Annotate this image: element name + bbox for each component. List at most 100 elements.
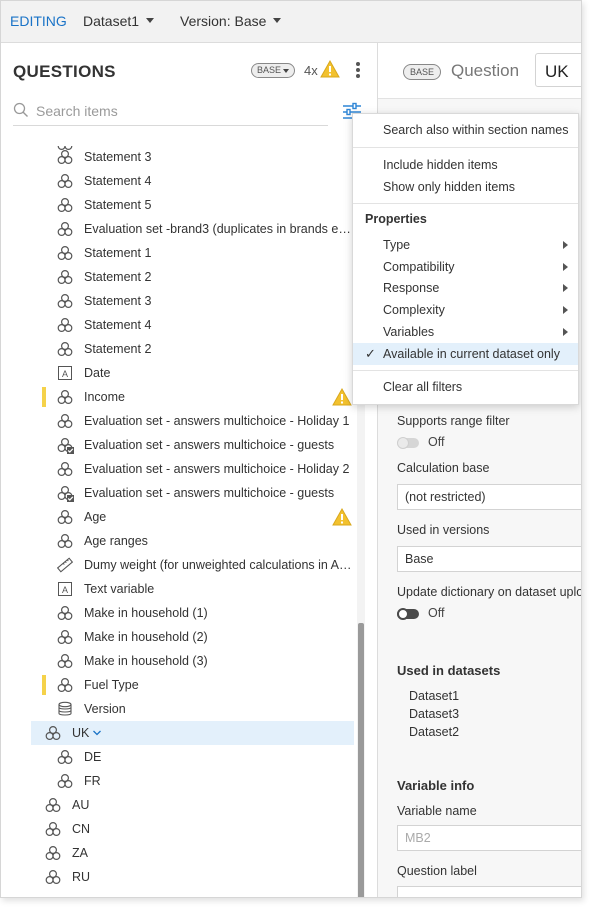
tree-item[interactable]: Fuel Type [1, 673, 354, 697]
dataset-menu[interactable]: Dataset1 [83, 13, 155, 29]
tree-item[interactable]: Statement 3 [1, 289, 354, 313]
used-in-versions-select[interactable]: Base [397, 546, 581, 572]
tree-item[interactable]: Statement 2 [1, 265, 354, 289]
highlight-flag [42, 387, 46, 407]
tree-item-label: Statement 5 [84, 198, 152, 212]
cluster-icon [57, 173, 73, 189]
question-name-field[interactable]: UK [535, 53, 581, 87]
tree-item-label: Make in household (3) [84, 654, 208, 668]
chevron-right-icon [563, 284, 568, 292]
menu-item-compatibility[interactable]: Compatibility [353, 256, 578, 278]
calc-base-label: Calculation base [397, 461, 490, 475]
question-label-field[interactable] [397, 886, 581, 897]
tree-item[interactable]: FR [1, 769, 354, 793]
variable-name-field[interactable]: MB2 [397, 825, 581, 851]
menu-item-label: Type [383, 238, 411, 252]
menu-item-complexity[interactable]: Complexity [353, 299, 578, 321]
base-badge: BASE [403, 64, 442, 80]
tree-item-label: Make in household (2) [84, 630, 208, 644]
cluster-icon [45, 821, 61, 837]
tree-item[interactable]: Statement 2 [1, 337, 354, 361]
ruler-icon [56, 557, 74, 573]
tree-item-label: Statement 2 [84, 342, 152, 356]
supports-range-toggle[interactable] [397, 437, 419, 449]
svg-text:A: A [62, 369, 68, 379]
update-dictionary-label: Update dictionary on dataset upload [397, 585, 582, 599]
update-dictionary-state: Off [428, 606, 445, 620]
tree-item[interactable]: Make in household (2) [1, 625, 354, 649]
menu-item-clear-filters[interactable]: Clear all filters [353, 376, 578, 398]
tree-item-label: Statement 2 [84, 270, 152, 284]
tree-item[interactable]: DE [1, 745, 354, 769]
base-badge-label: BASE [257, 65, 282, 75]
tree-item[interactable]: A Date [1, 361, 354, 385]
tree-item[interactable]: Evaluation set - answers multichoice - g… [1, 433, 354, 457]
tree-item[interactable]: Income [1, 385, 354, 409]
tree-item[interactable]: Evaluation set - answers multichoice - H… [1, 409, 354, 433]
tree-item-label: FR [84, 774, 101, 788]
tree-item[interactable]: Statement 3 [1, 145, 354, 169]
cluster-icon [57, 533, 73, 549]
tree-item[interactable]: AU [1, 793, 354, 817]
menu-item-label: Variables [383, 325, 435, 339]
tree-item-label: Evaluation set - answers multichoice - H… [84, 462, 350, 476]
cluster-icon [57, 509, 73, 525]
menu-item-include-hidden[interactable]: Include hidden items [353, 154, 578, 176]
update-dictionary-toggle[interactable] [397, 608, 419, 620]
cluster-icon [45, 869, 61, 885]
tree-item-label: Statement 1 [84, 246, 152, 260]
search-input[interactable] [36, 100, 316, 122]
more-options-icon[interactable] [353, 60, 363, 80]
cluster-icon [57, 389, 73, 405]
version-menu[interactable]: Version: Base [180, 13, 282, 29]
tree-scrollbar-thumb[interactable] [358, 623, 364, 897]
tree-item[interactable]: A Text variable [1, 577, 354, 601]
menu-item-type[interactable]: Type [353, 234, 578, 256]
menu-item-search-section-names[interactable]: Search also within section names [353, 119, 578, 141]
menu-item-response[interactable]: Response [353, 277, 578, 299]
tree-item-label: Statement 3 [84, 294, 152, 308]
search-icon [13, 102, 28, 117]
menu-divider [353, 147, 578, 148]
cluster-icon [57, 629, 73, 645]
tree-item[interactable]: Statement 1 [1, 241, 354, 265]
menu-item-label: Response [383, 281, 440, 295]
tree-item-label: Make in household (1) [84, 606, 208, 620]
tree-item-label: Evaluation set -brand3 (duplicates in br… [84, 222, 351, 236]
cluster-icon [57, 269, 73, 285]
checkmark-icon: ✓ [365, 346, 376, 361]
editing-mode-label[interactable]: EDITING [10, 13, 67, 29]
base-version-badge[interactable]: BASE [251, 63, 296, 78]
tree-item[interactable]: Evaluation set - answers multichoice - H… [1, 457, 354, 481]
tree-item[interactable]: Version [1, 697, 354, 721]
tree-item[interactable]: CN [1, 817, 354, 841]
menu-item-show-only-hidden[interactable]: Show only hidden items [353, 176, 578, 198]
menu-divider [353, 370, 578, 371]
tree-item[interactable]: UK [31, 721, 354, 745]
tree-item[interactable]: Statement 5 [1, 193, 354, 217]
tree-item[interactable]: Dumy weight (for unweighted calculations… [1, 553, 354, 577]
questions-panel: QUESTIONS BASE 4x Statement 3Statemen [1, 43, 378, 897]
tree-item[interactable]: Evaluation set -brand3 (duplicates in br… [1, 217, 354, 241]
cluster-check-icon [57, 437, 74, 454]
warning-icon[interactable] [320, 60, 340, 78]
tree-item[interactable]: RU [1, 865, 354, 889]
tree-item[interactable]: Statement 4 [1, 313, 354, 337]
tree-item[interactable]: Evaluation set - answers multichoice - g… [1, 481, 354, 505]
details-heading: Question [451, 61, 520, 80]
warning-count: 4x [304, 63, 318, 78]
tree-item[interactable]: Make in household (1) [1, 601, 354, 625]
menu-item-label: Compatibility [383, 260, 455, 274]
tree-item[interactable]: ZA [1, 841, 354, 865]
tree-item-label: Version [84, 702, 126, 716]
menu-item-variables[interactable]: Variables [353, 321, 578, 343]
cluster-icon [57, 773, 73, 789]
menu-item-available-in-dataset[interactable]: ✓ Available in current dataset only [353, 343, 578, 365]
tree-item[interactable]: Age ranges [1, 529, 354, 553]
tree-item[interactable]: Statement 4 [1, 169, 354, 193]
tree-item-label: Age ranges [84, 534, 148, 548]
cluster-icon [45, 725, 61, 741]
calc-base-select[interactable]: (not restricted) [397, 484, 581, 510]
tree-item[interactable]: Make in household (3) [1, 649, 354, 673]
tree-item[interactable]: Age [1, 505, 354, 529]
